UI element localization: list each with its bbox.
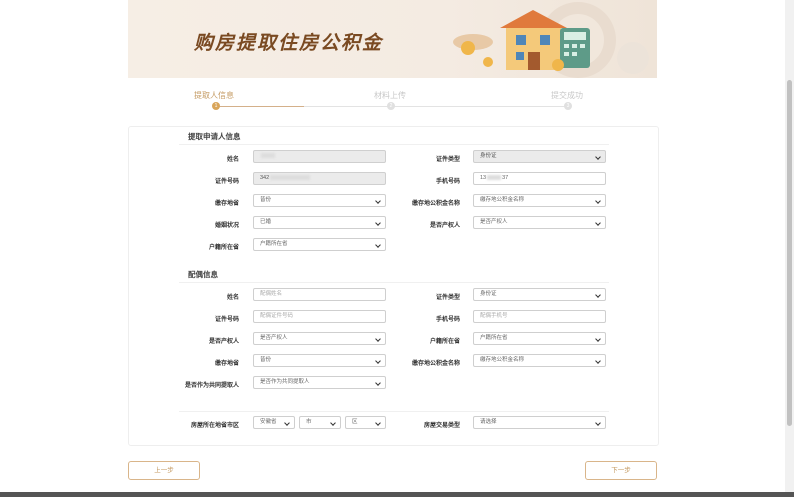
house-trade-type-label: 房屋交易类型 (423, 423, 460, 429)
step-2-label: 材料上传 (374, 91, 406, 100)
scrollbar-thumb[interactable] (787, 80, 792, 426)
applicant-marital-select[interactable]: 已婚 (253, 216, 386, 229)
spouse-phone-label: 手机号码 (435, 317, 460, 323)
spouse-deposit-fund-label: 缴存地公积金名称 (411, 361, 460, 367)
spouse-household-select[interactable]: 户籍所在省 (473, 332, 606, 345)
spouse-deposit-fund-select[interactable]: 缴存地公积金名称 (473, 354, 606, 367)
prev-button[interactable]: 上一步 (128, 461, 200, 480)
applicant-id-number-label: 证件号码 (214, 179, 239, 185)
step-3-dot: 3 (564, 102, 572, 110)
applicant-owner-label: 是否产权人 (429, 223, 460, 229)
section-divider (179, 144, 609, 145)
step-line-active (216, 106, 304, 107)
banner-title: 购房提取住房公积金 (194, 32, 384, 54)
applicant-phone-label: 手机号码 (435, 179, 460, 185)
applicant-id-type-select[interactable]: 身份证 (473, 150, 606, 163)
page: 购房提取住房公积金 提取人信息 材料上传 提交成功 1 2 3 提取申请人信息 … (0, 0, 794, 497)
step-3-label: 提交成功 (551, 91, 583, 100)
applicant-marital-label: 婚姻状况 (214, 223, 239, 229)
applicant-name-field (253, 150, 386, 163)
applicant-id-type-label: 证件类型 (435, 157, 460, 163)
applicant-phone-input[interactable]: 13 37 (473, 172, 606, 185)
spouse-id-number-label: 证件号码 (214, 317, 239, 323)
spouse-deposit-location-label: 缴存地省 (214, 361, 239, 367)
house-city-select[interactable]: 市 (299, 416, 341, 429)
next-button[interactable]: 下一步 (585, 461, 657, 480)
form-card: 提取申请人信息 姓名 证件类型 身份证 证件号码 342 手机号码 13 37 缴… (128, 126, 659, 446)
applicant-household-label: 户籍所在省 (208, 245, 239, 251)
house-location-label: 房屋所在地省市区 (190, 423, 239, 429)
spouse-section-title: 配偶信息 (188, 270, 218, 279)
banner: 购房提取住房公积金 (128, 0, 657, 78)
spouse-joint-label: 是否作为共同提取人 (184, 383, 239, 389)
applicant-deposit-fund-select[interactable]: 缴存地公积金名称 (473, 194, 606, 207)
spouse-name-input[interactable]: 配偶姓名 (253, 288, 386, 301)
step-line (304, 106, 568, 107)
applicant-owner-select[interactable]: 是否产权人 (473, 216, 606, 229)
step-1-label: 提取人信息 (194, 91, 234, 100)
spouse-id-type-label: 证件类型 (435, 295, 460, 301)
spouse-phone-input[interactable]: 配偶手机号 (473, 310, 606, 323)
spouse-deposit-location-select[interactable]: 皆份 (253, 354, 386, 367)
spouse-household-label: 户籍所在省 (429, 339, 460, 345)
applicant-section-title: 提取申请人信息 (188, 132, 241, 141)
applicant-deposit-fund-label: 缴存地公积金名称 (411, 201, 460, 207)
bottom-bar (0, 492, 794, 497)
spouse-name-label: 姓名 (226, 295, 239, 301)
spouse-owner-select[interactable]: 是否产权人 (253, 332, 386, 345)
section-divider (179, 411, 609, 412)
step-1-dot: 1 (212, 102, 220, 110)
spouse-joint-select[interactable]: 是否作为共同提取人 (253, 376, 386, 389)
spouse-id-type-select[interactable]: 身份证 (473, 288, 606, 301)
house-trade-type-select[interactable]: 请选择 (473, 416, 606, 429)
applicant-household-select[interactable]: 户籍所在省 (253, 238, 386, 251)
applicant-deposit-location-select[interactable]: 皆份 (253, 194, 386, 207)
spouse-owner-label: 是否产权人 (208, 339, 239, 345)
progress-steps: 提取人信息 材料上传 提交成功 1 2 3 (128, 86, 657, 116)
step-2-dot: 2 (387, 102, 395, 110)
applicant-deposit-location-label: 缴存地省 (214, 201, 239, 207)
spouse-id-number-input[interactable]: 配偶证件号码 (253, 310, 386, 323)
house-illustration-icon (453, 2, 649, 78)
section-divider (179, 282, 609, 283)
applicant-id-number-field: 342 (253, 172, 386, 185)
applicant-name-label: 姓名 (226, 157, 239, 163)
house-province-select[interactable]: 安徽省 (253, 416, 295, 429)
